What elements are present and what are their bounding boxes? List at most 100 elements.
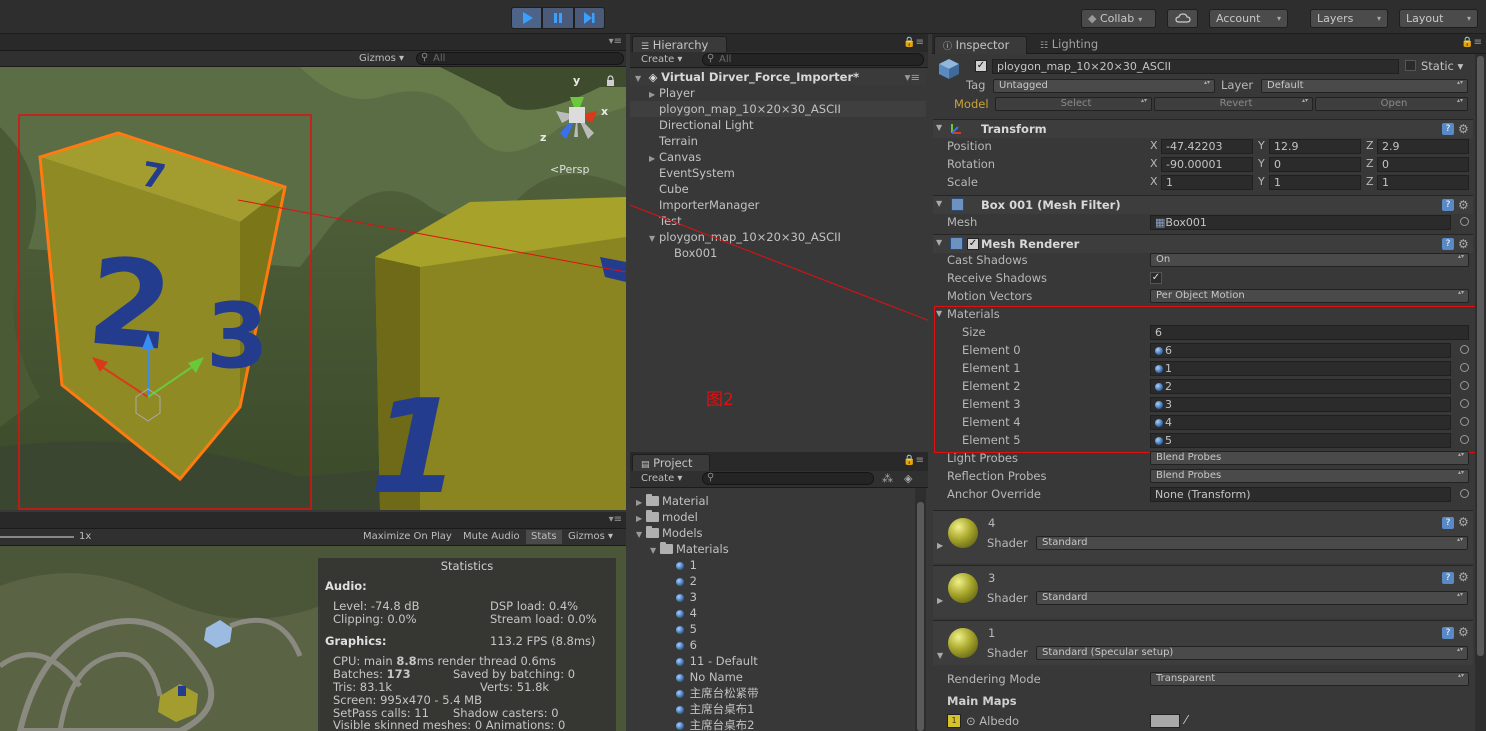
project-search-input[interactable] xyxy=(702,472,874,485)
project-material-cn-3[interactable]: 主席台桌布2 xyxy=(676,717,754,731)
model-select-button[interactable]: Select xyxy=(995,97,1152,111)
project-folder-model[interactable]: ▶ model xyxy=(636,509,698,525)
project-material-6[interactable]: 6 xyxy=(676,637,697,653)
albedo-label[interactable]: ⊙ Albedo xyxy=(966,714,1019,728)
gear-icon[interactable]: ⚙ xyxy=(1458,198,1469,212)
fold-arrow-icon[interactable]: ▶ xyxy=(937,541,943,550)
rotation-y-field[interactable]: 0 xyxy=(1269,157,1361,172)
lock-icon[interactable]: 🔒≡ xyxy=(1461,37,1482,48)
project-material-5[interactable]: 5 xyxy=(676,621,697,637)
albedo-color-swatch[interactable] xyxy=(1150,714,1180,728)
eyedropper-icon[interactable]: ⁄ xyxy=(1185,713,1187,727)
hierarchy-item-cube[interactable]: Cube xyxy=(630,181,926,197)
scene-search-input[interactable]: All xyxy=(416,52,624,65)
step-button[interactable] xyxy=(573,7,605,29)
filter-label-icon[interactable]: ◈ xyxy=(904,472,912,485)
panel-menu-icon[interactable]: ▾≡ xyxy=(609,36,622,47)
project-create-dropdown[interactable]: Create ▾ xyxy=(636,472,687,486)
scale-x-field[interactable]: 1 xyxy=(1161,175,1253,190)
hierarchy-item-player[interactable]: ▶ Player xyxy=(630,85,926,101)
position-y-field[interactable]: 12.9 xyxy=(1269,139,1361,154)
shader-dropdown[interactable]: Standard xyxy=(1036,591,1468,605)
inspector-scrollbar[interactable] xyxy=(1475,54,1486,731)
albedo-texture-slot[interactable]: 1 xyxy=(947,714,961,728)
mesh-renderer-enabled-checkbox[interactable]: ✓ xyxy=(967,238,979,250)
maximize-on-play-toggle[interactable]: Maximize On Play xyxy=(358,530,457,544)
inspector-scrollbar-thumb[interactable] xyxy=(1477,56,1484,656)
help-icon[interactable]: ? xyxy=(1442,199,1454,211)
object-picker-icon[interactable] xyxy=(1460,217,1469,226)
collab-button[interactable]: ◆ Collab ▾ xyxy=(1081,9,1156,28)
project-material-4[interactable]: 4 xyxy=(676,605,697,621)
hierarchy-item-ploygon-map[interactable]: ploygon_map_10×20×30_ASCII xyxy=(630,101,926,117)
model-revert-button[interactable]: Revert xyxy=(1154,97,1313,111)
help-icon[interactable]: ? xyxy=(1442,517,1454,529)
project-folder-material[interactable]: ▶ Material xyxy=(636,493,709,509)
position-z-field[interactable]: 2.9 xyxy=(1377,139,1469,154)
project-material-11-default[interactable]: 11 - Default xyxy=(676,653,758,669)
hierarchy-item-directional-light[interactable]: Directional Light xyxy=(630,117,926,133)
project-material-1[interactable]: 1 xyxy=(676,557,697,573)
gear-icon[interactable]: ⚙ xyxy=(1458,515,1469,529)
static-label[interactable]: Static ▾ xyxy=(1421,59,1463,73)
cloud-button[interactable] xyxy=(1167,9,1198,28)
layout-dropdown[interactable]: Layout ▾ xyxy=(1399,9,1478,28)
project-material-cn-1[interactable]: 主席台松紧带 xyxy=(676,685,759,701)
hierarchy-scene-row[interactable]: ▼ ◈ Virtual Dirver_Force_Importer* ▾≡ xyxy=(630,69,926,85)
scene-view[interactable]: 1 7 2 3 y x z <Persp xyxy=(0,67,626,510)
model-open-button[interactable]: Open xyxy=(1315,97,1468,111)
gear-icon[interactable]: ⚙ xyxy=(1458,237,1469,251)
tag-dropdown[interactable]: Untagged xyxy=(993,79,1215,93)
hierarchy-create-dropdown[interactable]: Create ▾ xyxy=(636,53,687,67)
game-view[interactable]: Statistics Audio: Level: -74.8 dB Clippi… xyxy=(0,546,626,731)
help-icon[interactable]: ? xyxy=(1442,572,1454,584)
help-icon[interactable]: ? xyxy=(1442,238,1454,250)
mesh-filter-header[interactable]: ▼ Box 001 (Mesh Filter) ? ⚙ xyxy=(933,195,1473,214)
project-folder-models[interactable]: ▼ Models xyxy=(636,525,703,541)
layers-dropdown[interactable]: Layers ▾ xyxy=(1310,9,1388,28)
mesh-renderer-header[interactable]: ▼ ✓ Mesh Renderer ? ⚙ xyxy=(933,234,1473,253)
scene-gizmos-dropdown[interactable]: Gizmos ▾ xyxy=(354,52,409,66)
position-x-field[interactable]: -47.42203 xyxy=(1161,139,1253,154)
anchor-override-field[interactable]: None (Transform) xyxy=(1150,487,1451,502)
lock-icon[interactable]: 🔒≡ xyxy=(903,37,924,48)
tab-inspector[interactable]: ⓘ Inspector xyxy=(934,36,1027,54)
object-name-field[interactable]: ploygon_map_10×20×30_ASCII xyxy=(992,59,1399,74)
project-scrollbar[interactable] xyxy=(915,488,926,731)
layer-dropdown[interactable]: Default xyxy=(1261,79,1468,93)
reflection-probes-dropdown[interactable]: Blend Probes xyxy=(1150,469,1469,483)
project-material-3[interactable]: 3 xyxy=(676,589,697,605)
hierarchy-item-terrain[interactable]: Terrain xyxy=(630,133,926,149)
cast-shadows-dropdown[interactable]: On xyxy=(1150,253,1469,267)
receive-shadows-checkbox[interactable]: ✓ xyxy=(1150,272,1162,284)
play-button[interactable] xyxy=(511,7,543,29)
pause-button[interactable] xyxy=(542,7,574,29)
rendering-mode-dropdown[interactable]: Transparent xyxy=(1150,672,1469,686)
help-icon[interactable]: ? xyxy=(1442,123,1454,135)
fold-arrow-icon[interactable]: ▼ xyxy=(937,651,943,660)
tab-project[interactable]: ▤ Project xyxy=(632,454,710,472)
scale-z-field[interactable]: 1 xyxy=(1377,175,1469,190)
stats-toggle[interactable]: Stats xyxy=(526,530,562,544)
hierarchy-search-input[interactable]: All xyxy=(702,53,924,66)
mute-audio-toggle[interactable]: Mute Audio xyxy=(458,530,525,544)
scene-menu-icon[interactable]: ▾≡ xyxy=(905,69,920,85)
filter-type-icon[interactable]: ⁂ xyxy=(882,472,893,485)
game-gizmos-dropdown[interactable]: Gizmos ▾ xyxy=(563,530,618,544)
project-folder-materials[interactable]: ▼ Materials xyxy=(650,541,729,557)
hierarchy-item-eventsystem[interactable]: EventSystem xyxy=(630,165,926,181)
gear-icon[interactable]: ⚙ xyxy=(1458,122,1469,136)
static-checkbox[interactable] xyxy=(1405,60,1416,71)
account-dropdown[interactable]: Account ▾ xyxy=(1209,9,1288,28)
help-icon[interactable]: ? xyxy=(1442,627,1454,639)
object-picker-icon[interactable] xyxy=(1460,489,1469,498)
tab-lighting[interactable]: ☷ Lighting xyxy=(1032,36,1122,54)
project-material-no-name[interactable]: No Name xyxy=(676,669,743,685)
hierarchy-item-canvas[interactable]: ▶ Canvas xyxy=(630,149,926,165)
mesh-field[interactable]: ▦Box001 xyxy=(1150,215,1451,230)
motion-vectors-dropdown[interactable]: Per Object Motion xyxy=(1150,289,1469,303)
perspective-label[interactable]: <Persp xyxy=(550,163,589,176)
panel-menu-icon[interactable]: ▾≡ xyxy=(609,514,622,525)
rotation-z-field[interactable]: 0 xyxy=(1377,157,1469,172)
project-material-cn-2[interactable]: 主席台桌布1 xyxy=(676,701,754,717)
